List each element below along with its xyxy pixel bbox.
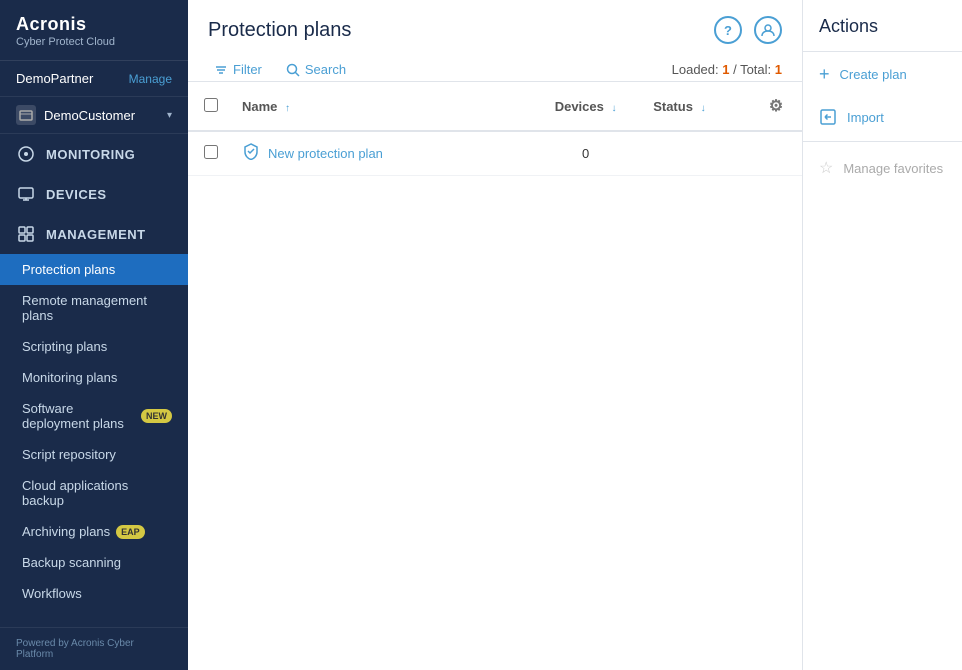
archiving-plans-label: Archiving plans xyxy=(22,524,110,539)
main-content: Protection plans ? Filter xyxy=(188,0,802,670)
search-label: Search xyxy=(305,62,346,77)
page-title: Protection plans xyxy=(208,19,351,42)
main-header: Protection plans ? Filter xyxy=(188,0,802,82)
manage-favorites-action: ☆ Manage favorites xyxy=(803,146,962,190)
cloud-applications-backup-label: Cloud applications backup xyxy=(22,478,172,508)
shield-icon xyxy=(242,142,260,165)
header-icons: ? xyxy=(714,16,782,44)
monitoring-plans-label: Monitoring plans xyxy=(22,370,117,385)
monitoring-label: MONITORING xyxy=(46,147,135,162)
table-area: Name ↑ Devices ↓ Status ↓ ⚙ xyxy=(188,82,802,670)
status-sort-icon: ↓ xyxy=(701,103,706,114)
actions-divider xyxy=(803,141,962,142)
table-header: Name ↑ Devices ↓ Status ↓ ⚙ xyxy=(188,82,802,131)
new-badge: NEW xyxy=(141,409,172,423)
import-action[interactable]: Import xyxy=(803,97,962,137)
create-plan-action[interactable]: + Create plan xyxy=(803,52,962,97)
sidebar-item-script-repository[interactable]: Script repository xyxy=(0,439,188,470)
sidebar: Acronis Cyber Protect Cloud DemoPartner … xyxy=(0,0,188,670)
eap-badge: EAP xyxy=(116,525,145,539)
customer-name: DemoCustomer xyxy=(44,108,167,123)
create-plan-icon: + xyxy=(819,64,830,85)
script-repository-label: Script repository xyxy=(22,447,116,462)
sidebar-item-devices[interactable]: DEVICES xyxy=(0,174,188,214)
devices-icon xyxy=(16,184,36,204)
chevron-down-icon: ▾ xyxy=(167,110,172,121)
sidebar-item-monitoring[interactable]: MONITORING xyxy=(0,134,188,174)
import-label: Import xyxy=(847,110,884,125)
user-icon[interactable] xyxy=(754,16,782,44)
page-title-row: Protection plans ? xyxy=(208,16,782,58)
plan-name-link[interactable]: New protection plan xyxy=(268,146,383,161)
sidebar-item-workflows[interactable]: Workflows xyxy=(0,578,188,609)
devices-label: DEVICES xyxy=(46,187,107,202)
sidebar-item-cloud-applications-backup[interactable]: Cloud applications backup xyxy=(0,470,188,516)
help-icon[interactable]: ? xyxy=(714,16,742,44)
status-cell xyxy=(641,131,750,176)
scripting-plans-label: Scripting plans xyxy=(22,339,107,354)
table-row: New protection plan 0 xyxy=(188,131,802,176)
partner-name: DemoPartner xyxy=(16,71,93,86)
sidebar-item-management[interactable]: MANAGEMENT xyxy=(0,214,188,254)
sidebar-item-software-deployment-plans[interactable]: Software deployment plans NEW xyxy=(0,393,188,439)
monitoring-icon xyxy=(16,144,36,164)
software-deployment-plans-label: Software deployment plans xyxy=(22,401,135,431)
status-col-header[interactable]: Status ↓ xyxy=(641,82,750,131)
devices-sort-icon: ↓ xyxy=(611,103,616,114)
manage-link[interactable]: Manage xyxy=(129,72,172,86)
backup-scanning-label: Backup scanning xyxy=(22,555,121,570)
table-body: New protection plan 0 xyxy=(188,131,802,176)
total-count: 1 xyxy=(775,62,782,77)
partner-row: DemoPartner Manage xyxy=(0,61,188,97)
sidebar-item-monitoring-plans[interactable]: Monitoring plans xyxy=(0,362,188,393)
create-plan-label: Create plan xyxy=(840,67,907,82)
import-icon xyxy=(819,109,837,125)
logo-brand: Acronis xyxy=(16,14,172,35)
management-label: MANAGEMENT xyxy=(46,227,146,242)
loaded-info: Loaded: 1 / Total: 1 xyxy=(672,62,782,77)
row-checkbox-cell xyxy=(188,131,230,176)
table-settings-icon[interactable]: ⚙ xyxy=(762,92,790,120)
actions-panel: Actions + Create plan Import ☆ Manage fa… xyxy=(802,0,962,670)
table-header-row: Name ↑ Devices ↓ Status ↓ ⚙ xyxy=(188,82,802,131)
management-icon xyxy=(16,224,36,244)
sidebar-logo: Acronis Cyber Protect Cloud xyxy=(0,0,188,61)
actions-title: Actions xyxy=(803,16,962,52)
toolbar-row: Filter Search Loaded: 1 / Total: 1 xyxy=(208,58,782,81)
loaded-count: 1 xyxy=(722,62,729,77)
select-all-col xyxy=(188,82,230,131)
workflows-label: Workflows xyxy=(22,586,82,601)
name-cell: New protection plan xyxy=(230,131,530,176)
logo-subtitle: Cyber Protect Cloud xyxy=(16,36,172,48)
row-settings-cell xyxy=(750,131,802,176)
filter-button[interactable]: Filter xyxy=(208,58,268,81)
search-button[interactable]: Search xyxy=(280,58,352,81)
sidebar-item-backup-scanning[interactable]: Backup scanning xyxy=(0,547,188,578)
name-col-header[interactable]: Name ↑ xyxy=(230,82,530,131)
sidebar-item-protection-plans[interactable]: Protection plans xyxy=(0,254,188,285)
filter-label: Filter xyxy=(233,62,262,77)
sidebar-footer: Powered by Acronis Cyber Platform xyxy=(0,627,188,670)
devices-cell: 0 xyxy=(530,131,641,176)
devices-col-header[interactable]: Devices ↓ xyxy=(530,82,641,131)
customer-icon xyxy=(16,105,36,125)
protection-plans-label: Protection plans xyxy=(22,262,115,277)
sidebar-item-remote-management-plans[interactable]: Remote management plans xyxy=(0,285,188,331)
manage-favorites-label: Manage favorites xyxy=(843,161,943,176)
remote-management-plans-label: Remote management plans xyxy=(22,293,172,323)
select-all-checkbox[interactable] xyxy=(204,98,218,112)
row-checkbox[interactable] xyxy=(204,145,218,159)
sidebar-item-scripting-plans[interactable]: Scripting plans xyxy=(0,331,188,362)
name-sort-icon: ↑ xyxy=(285,103,290,114)
sidebar-item-archiving-plans[interactable]: Archiving plans EAP xyxy=(0,516,188,547)
data-table: Name ↑ Devices ↓ Status ↓ ⚙ xyxy=(188,82,802,176)
manage-favorites-icon: ☆ xyxy=(819,158,833,178)
customer-row[interactable]: DemoCustomer ▾ xyxy=(0,97,188,134)
settings-col-header: ⚙ xyxy=(750,82,802,131)
